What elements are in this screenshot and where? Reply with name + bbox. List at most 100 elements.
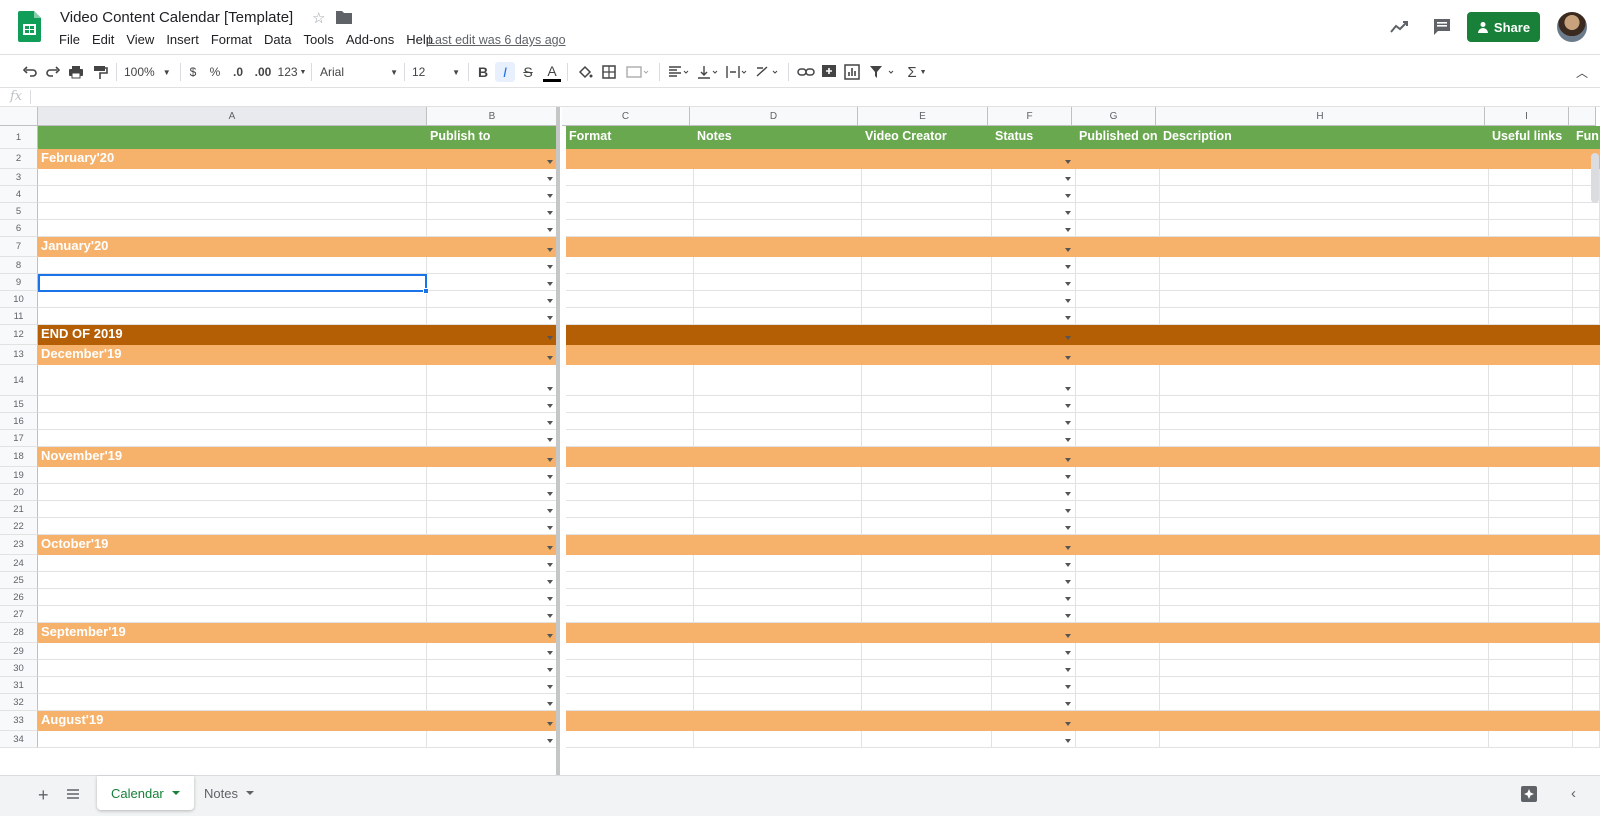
cell-h[interactable]: [1160, 274, 1489, 291]
cell-f[interactable]: [992, 484, 1076, 501]
cell-a[interactable]: [38, 572, 427, 589]
cell-g[interactable]: [1076, 677, 1160, 694]
cell-j[interactable]: [1573, 345, 1600, 365]
cell-b[interactable]: [427, 623, 558, 643]
italic-button[interactable]: I: [495, 62, 515, 82]
cell-h[interactable]: [1160, 501, 1489, 518]
add-sheet-icon[interactable]: +: [38, 785, 49, 806]
menu-format[interactable]: Format: [211, 32, 258, 47]
cell-e[interactable]: [862, 186, 992, 203]
row-header[interactable]: 33: [0, 711, 38, 731]
cell-j[interactable]: [1573, 606, 1600, 623]
explore-icon[interactable]: [1520, 785, 1538, 803]
cell-i[interactable]: [1489, 220, 1573, 237]
cell-g[interactable]: [1076, 555, 1160, 572]
cell-h[interactable]: [1160, 694, 1489, 711]
menu-edit[interactable]: Edit: [92, 32, 120, 47]
cell-e[interactable]: [862, 345, 992, 365]
row-header[interactable]: 5: [0, 203, 38, 220]
cell-c[interactable]: Format: [566, 126, 694, 149]
dropdown-arrow-icon[interactable]: [547, 668, 553, 672]
dropdown-arrow-icon[interactable]: [1065, 282, 1071, 286]
cell-b[interactable]: [427, 518, 558, 535]
cell-d[interactable]: [694, 203, 862, 220]
share-button[interactable]: Share: [1467, 12, 1540, 42]
cell-d[interactable]: [694, 623, 862, 643]
chevron-down-icon[interactable]: [171, 791, 180, 795]
cell-c[interactable]: [566, 484, 694, 501]
cell-g[interactable]: [1076, 572, 1160, 589]
column-header-d[interactable]: D: [690, 107, 858, 126]
cell-e[interactable]: [862, 413, 992, 430]
format-currency-button[interactable]: $: [186, 62, 200, 82]
cell-h[interactable]: [1160, 430, 1489, 447]
dropdown-arrow-icon[interactable]: [547, 177, 553, 181]
row-header[interactable]: 4: [0, 186, 38, 203]
cell-e[interactable]: [862, 731, 992, 748]
dropdown-arrow-icon[interactable]: [547, 421, 553, 425]
cell-f[interactable]: [992, 169, 1076, 186]
cell-b[interactable]: [427, 203, 558, 220]
cell-c[interactable]: [566, 677, 694, 694]
comments-icon[interactable]: [1431, 16, 1453, 38]
cell-a[interactable]: [38, 169, 427, 186]
cell-j[interactable]: [1573, 694, 1600, 711]
cell-c[interactable]: [566, 257, 694, 274]
cell-j[interactable]: [1573, 413, 1600, 430]
cell-f[interactable]: [992, 606, 1076, 623]
cell-i[interactable]: [1489, 467, 1573, 484]
last-edit-link[interactable]: Last edit was 6 days ago: [428, 33, 566, 47]
cell-i[interactable]: [1489, 169, 1573, 186]
row-header[interactable]: 1: [0, 126, 38, 149]
cell-d[interactable]: [694, 535, 862, 555]
vertical-scrollbar[interactable]: [1591, 153, 1599, 203]
cell-d[interactable]: [694, 186, 862, 203]
row-header[interactable]: 17: [0, 430, 38, 447]
cell-i[interactable]: [1489, 677, 1573, 694]
dropdown-arrow-icon[interactable]: [1065, 356, 1071, 360]
cell-c[interactable]: [566, 274, 694, 291]
cell-h[interactable]: [1160, 467, 1489, 484]
dropdown-arrow-icon[interactable]: [1065, 211, 1071, 215]
cell-d[interactable]: [694, 291, 862, 308]
cell-c[interactable]: [566, 535, 694, 555]
cell-d[interactable]: [694, 606, 862, 623]
more-formats-button[interactable]: 123 ▼: [277, 62, 307, 82]
cell-j[interactable]: [1573, 484, 1600, 501]
dropdown-arrow-icon[interactable]: [1065, 614, 1071, 618]
cell-a[interactable]: [38, 501, 427, 518]
cell-a[interactable]: September'19: [38, 623, 427, 643]
dropdown-arrow-icon[interactable]: [547, 458, 553, 462]
cell-g[interactable]: [1076, 518, 1160, 535]
cell-i[interactable]: [1489, 660, 1573, 677]
freeze-divider[interactable]: [556, 107, 560, 775]
cell-c[interactable]: [566, 220, 694, 237]
cell-b[interactable]: [427, 345, 558, 365]
cell-j[interactable]: [1573, 660, 1600, 677]
cell-e[interactable]: [862, 365, 992, 396]
cell-e[interactable]: [862, 220, 992, 237]
cell-a[interactable]: [38, 643, 427, 660]
cell-j[interactable]: [1573, 430, 1600, 447]
cell-f[interactable]: [992, 731, 1076, 748]
dropdown-arrow-icon[interactable]: [547, 651, 553, 655]
cell-c[interactable]: [566, 169, 694, 186]
cell-e[interactable]: [862, 606, 992, 623]
menu-insert[interactable]: Insert: [166, 32, 205, 47]
cell-i[interactable]: [1489, 430, 1573, 447]
cell-b[interactable]: [427, 274, 558, 291]
cell-b[interactable]: [427, 589, 558, 606]
cell-j[interactable]: [1573, 535, 1600, 555]
cell-b[interactable]: [427, 572, 558, 589]
cell-e[interactable]: [862, 572, 992, 589]
cell-g[interactable]: [1076, 731, 1160, 748]
cell-g[interactable]: [1076, 711, 1160, 731]
cell-d[interactable]: [694, 484, 862, 501]
cell-d[interactable]: [694, 731, 862, 748]
cell-b[interactable]: [427, 257, 558, 274]
cell-i[interactable]: [1489, 501, 1573, 518]
cell-f[interactable]: [992, 220, 1076, 237]
dropdown-arrow-icon[interactable]: [1065, 387, 1071, 391]
cell-d[interactable]: [694, 694, 862, 711]
column-header-i[interactable]: I: [1485, 107, 1569, 126]
